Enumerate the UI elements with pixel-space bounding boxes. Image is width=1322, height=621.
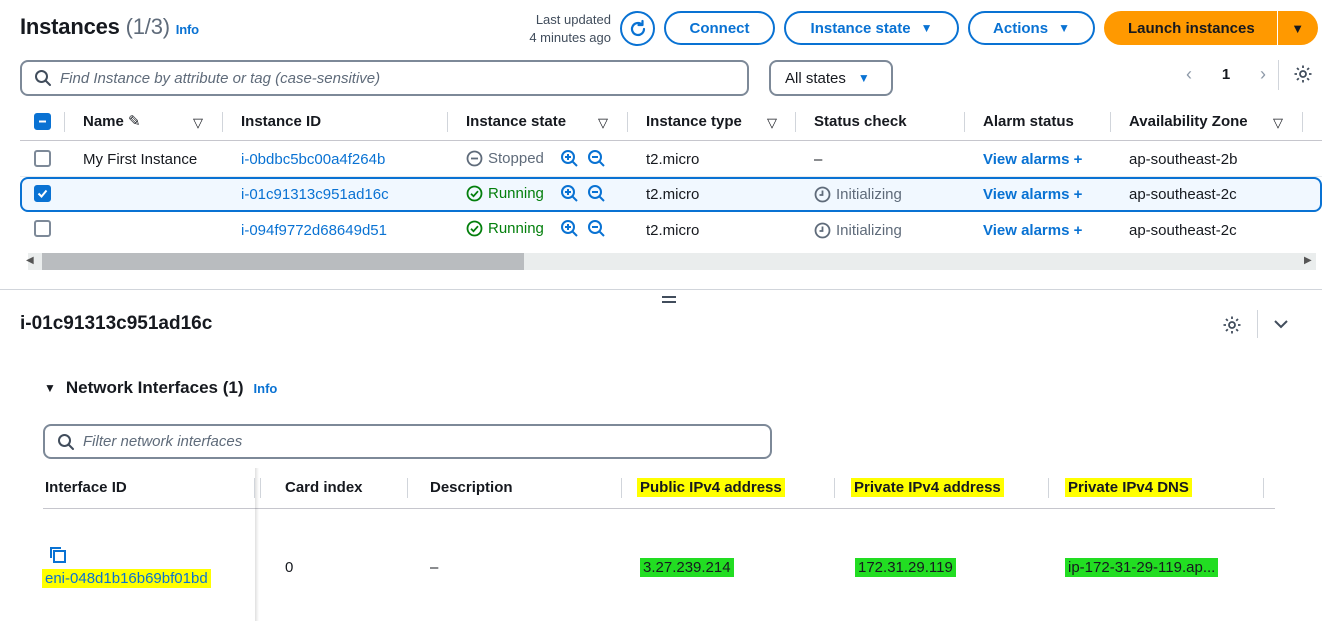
network-interfaces-section[interactable]: ▼ Network Interfaces (1) Info (44, 378, 277, 398)
column-interface-id[interactable]: Interface ID (45, 479, 127, 496)
sort-caret-icon[interactable]: ▽ (193, 115, 203, 131)
private-ipv4: 172.31.29.119 (855, 558, 956, 577)
launch-instances-button[interactable]: Launch instances ▼ (1104, 11, 1318, 45)
availability-zone: ap-southeast-2c (1129, 222, 1237, 239)
selection-count: (1/3) (125, 14, 170, 39)
plus-icon: + (1073, 222, 1083, 239)
stopped-icon (466, 150, 483, 167)
column-instance-type[interactable]: Instance type (646, 113, 742, 130)
view-alarms-link[interactable]: View alarms + (983, 151, 1082, 168)
sort-caret-icon[interactable]: ▽ (767, 115, 777, 131)
column-description[interactable]: Description (430, 479, 513, 496)
instance-name: My First Instance (83, 151, 198, 168)
states-select[interactable]: All states ▼ (769, 60, 893, 96)
running-icon (466, 185, 483, 202)
row-checkbox[interactable] (34, 220, 51, 237)
plus-icon: + (1073, 186, 1083, 203)
row-checkbox[interactable] (34, 185, 51, 202)
availability-zone: ap-southeast-2c (1129, 186, 1237, 203)
sort-caret-icon[interactable]: ▽ (598, 115, 608, 131)
zoom-out-icon[interactable] (587, 184, 606, 207)
private-ipv4-dns: ip-172-31-29-119.ap... (1065, 558, 1219, 577)
zoom-out-icon[interactable] (587, 149, 606, 172)
column-card-index[interactable]: Card index (285, 479, 363, 496)
page-number[interactable]: 1 (1222, 66, 1230, 83)
description: – (430, 559, 439, 576)
actions-button[interactable]: Actions ▼ (968, 11, 1095, 45)
scrollbar-thumb[interactable] (42, 253, 524, 270)
refresh-icon (630, 19, 645, 36)
column-instance-id[interactable]: Instance ID (241, 113, 321, 130)
card-index: 0 (285, 559, 294, 576)
view-alarms-link[interactable]: View alarms + (983, 222, 1082, 239)
info-link[interactable]: Info (254, 381, 278, 396)
column-status-check[interactable]: Status check (814, 113, 907, 130)
pagination: ‹ 1 › (1186, 62, 1266, 86)
detail-title: i-01c91313c951ad16c (20, 313, 213, 334)
row-checkbox[interactable] (34, 150, 51, 167)
caret-down-icon: ▼ (1058, 21, 1070, 35)
caret-down-icon: ▼ (857, 71, 870, 85)
instance-type: t2.micro (646, 186, 700, 203)
running-icon (466, 220, 483, 237)
column-instance-state[interactable]: Instance state (466, 113, 566, 130)
instance-id-link[interactable]: i-0bdbc5bc00a4f264b (241, 151, 385, 168)
connect-button[interactable]: Connect (664, 11, 775, 45)
status-check: Initializing (814, 186, 902, 203)
clock-icon (814, 222, 831, 239)
caret-down-icon: ▼ (920, 21, 933, 35)
chevron-down-icon[interactable] (1272, 317, 1290, 335)
instance-state: Running (466, 220, 544, 237)
plus-icon: + (1073, 151, 1083, 168)
clock-icon (814, 186, 831, 203)
column-private-dns[interactable]: Private IPv4 DNS (1065, 478, 1192, 497)
column-name[interactable]: Name ✎ (83, 112, 141, 130)
column-availability-zone[interactable]: Availability Zone (1129, 113, 1248, 130)
public-ipv4: 3.27.239.214 (640, 558, 734, 577)
column-public-ipv4[interactable]: Public IPv4 address (637, 478, 785, 497)
status-check: Initializing (814, 222, 902, 239)
availability-zone: ap-southeast-2b (1129, 151, 1238, 168)
launch-dropdown-icon[interactable]: ▼ (1278, 11, 1318, 45)
pencil-icon: ✎ (128, 113, 141, 130)
instance-id-link[interactable]: i-094f9772d68649d51 (241, 222, 387, 239)
zoom-in-icon[interactable] (560, 184, 579, 207)
scroll-left-icon[interactable]: ◀ (26, 255, 34, 266)
last-updated: Last updated 4 minutes ago (529, 12, 611, 45)
interface-id-link[interactable]: eni-048d1b16b69bf01bd (42, 569, 211, 588)
instance-search-input[interactable]: Find Instance by attribute or tag (case-… (20, 60, 749, 96)
instance-state: Stopped (466, 150, 544, 167)
instance-type: t2.micro (646, 151, 700, 168)
refresh-button[interactable] (620, 11, 655, 46)
sort-caret-icon[interactable]: ▽ (1273, 115, 1283, 131)
status-check: – (814, 151, 823, 168)
scroll-right-icon[interactable]: ▶ (1304, 255, 1312, 266)
caret-down-icon[interactable]: ▼ (44, 381, 56, 395)
select-all-checkbox[interactable] (34, 113, 51, 130)
zoom-in-icon[interactable] (560, 219, 579, 242)
instance-id-link[interactable]: i-01c91313c951ad16c (241, 186, 389, 203)
search-icon (35, 70, 51, 86)
zoom-out-icon[interactable] (587, 219, 606, 242)
page-title: Instances (1/3) Info (20, 14, 199, 39)
info-link[interactable]: Info (176, 22, 199, 37)
column-private-ipv4[interactable]: Private IPv4 address (851, 478, 1004, 497)
preferences-gear-icon[interactable] (1293, 64, 1313, 88)
search-icon (58, 433, 74, 450)
instance-type: t2.micro (646, 222, 700, 239)
resize-handle-icon[interactable] (662, 296, 676, 306)
column-alarm-status[interactable]: Alarm status (983, 113, 1074, 130)
check-icon (37, 189, 48, 198)
chevron-left-icon[interactable]: ‹ (1186, 64, 1192, 85)
view-alarms-link[interactable]: View alarms + (983, 186, 1082, 203)
chevron-right-icon[interactable]: › (1260, 64, 1266, 85)
split-divider (0, 289, 1322, 290)
gear-icon[interactable] (1222, 315, 1242, 339)
instance-state-button[interactable]: Instance state ▼ (784, 11, 959, 45)
network-interface-filter-input[interactable]: Filter network interfaces (43, 424, 772, 459)
copy-icon[interactable] (48, 545, 68, 569)
zoom-in-icon[interactable] (560, 149, 579, 172)
instance-state: Running (466, 185, 544, 202)
